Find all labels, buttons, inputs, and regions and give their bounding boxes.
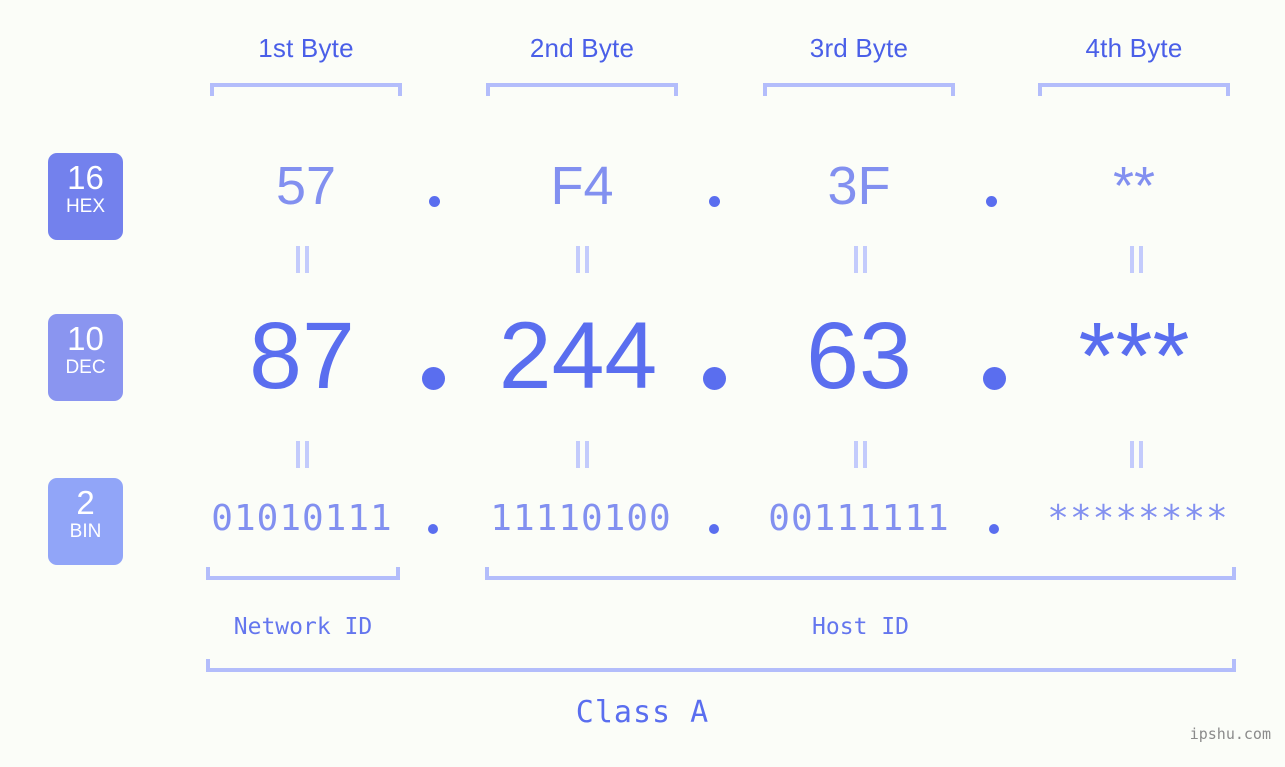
ip-breakdown-diagram: 1st Byte 2nd Byte 3rd Byte 4th Byte 16 H…	[0, 0, 1285, 767]
equality-marker-dec-bin-1	[294, 441, 311, 468]
base-badge-hex-name: HEX	[65, 196, 106, 217]
dec-byte-4: ***	[1078, 303, 1190, 409]
equality-marker-dec-bin-4	[1128, 441, 1145, 468]
host-id-bracket	[485, 567, 1236, 580]
dec-byte-2: 244	[498, 303, 658, 409]
class-bracket	[206, 659, 1236, 672]
base-badge-dec-name: DEC	[65, 357, 106, 378]
hex-separator-dot-1	[429, 196, 440, 207]
bin-separator-dot-2	[709, 524, 719, 534]
equality-marker-hex-dec-4	[1128, 246, 1145, 273]
hex-separator-dot-3	[986, 196, 997, 207]
byte-header-1: 1st Byte	[258, 33, 354, 63]
bin-byte-4: ********	[1047, 498, 1229, 539]
bin-byte-3: 00111111	[768, 498, 950, 539]
byte-bracket-4	[1038, 83, 1230, 96]
dec-separator-dot-2	[703, 367, 726, 390]
base-badge-dec-number: 10	[67, 320, 104, 357]
hex-separator-dot-2	[709, 196, 720, 207]
base-badge-bin-name: BIN	[69, 521, 102, 542]
base-badge-bin-number: 2	[76, 484, 95, 521]
class-label: Class A	[575, 695, 710, 730]
equality-marker-hex-dec-3	[852, 246, 869, 273]
equality-marker-hex-dec-1	[294, 246, 311, 273]
dec-byte-3: 63	[806, 303, 912, 409]
byte-bracket-1	[210, 83, 402, 96]
base-badge-dec: 10 DEC	[48, 314, 123, 401]
dec-separator-dot-3	[983, 367, 1006, 390]
equality-marker-hex-dec-2	[574, 246, 591, 273]
byte-bracket-3	[763, 83, 955, 96]
base-badge-hex-number: 16	[67, 159, 104, 196]
base-badge-hex: 16 HEX	[48, 153, 123, 240]
network-id-label: Network ID	[233, 614, 373, 640]
base-badge-bin: 2 BIN	[48, 478, 123, 565]
equality-marker-dec-bin-2	[574, 441, 591, 468]
site-watermark: ipshu.com	[1189, 725, 1271, 743]
byte-header-3: 3rd Byte	[809, 33, 909, 63]
bin-separator-dot-3	[989, 524, 999, 534]
bin-byte-2: 11110100	[490, 498, 672, 539]
equality-marker-dec-bin-3	[852, 441, 869, 468]
network-id-bracket	[206, 567, 400, 580]
hex-byte-3: 3F	[827, 156, 891, 216]
byte-header-2: 2nd Byte	[529, 33, 635, 63]
hex-byte-2: F4	[550, 156, 614, 216]
byte-header-4: 4th Byte	[1085, 33, 1183, 63]
bin-separator-dot-1	[428, 524, 438, 534]
dec-separator-dot-1	[422, 367, 445, 390]
host-id-label: Host ID	[812, 614, 909, 640]
dec-byte-1: 87	[249, 303, 355, 409]
hex-byte-1: 57	[275, 156, 337, 216]
bin-byte-1: 01010111	[211, 498, 393, 539]
byte-bracket-2	[486, 83, 678, 96]
hex-byte-4: **	[1112, 156, 1156, 216]
